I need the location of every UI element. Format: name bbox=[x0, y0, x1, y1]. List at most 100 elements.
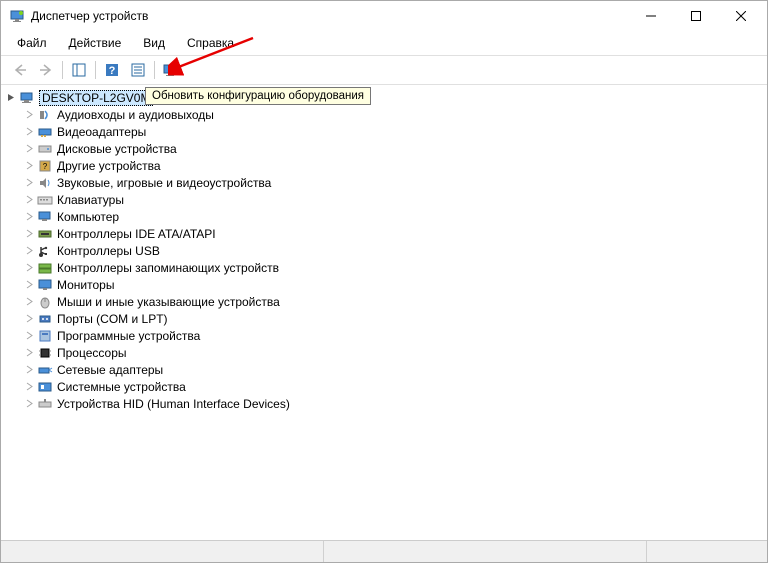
menu-action[interactable]: Действие bbox=[59, 33, 132, 53]
audio-io-icon bbox=[37, 107, 53, 123]
expand-icon[interactable] bbox=[23, 245, 35, 257]
category-label: Компьютер bbox=[57, 210, 119, 224]
monitor-icon bbox=[37, 277, 53, 293]
menu-view[interactable]: Вид bbox=[133, 33, 175, 53]
expand-icon[interactable] bbox=[23, 313, 35, 325]
titlebar: Диспетчер устройств bbox=[1, 1, 767, 31]
tree-category-node[interactable]: Программные устройства bbox=[1, 327, 767, 344]
tree-category-node[interactable]: Дисковые устройства bbox=[1, 140, 767, 157]
scan-hardware-button[interactable] bbox=[159, 59, 183, 81]
help-button[interactable]: ? bbox=[100, 59, 124, 81]
status-segment bbox=[647, 541, 767, 562]
keyboard-icon bbox=[37, 192, 53, 208]
category-label: Программные устройства bbox=[57, 329, 200, 343]
expand-icon[interactable] bbox=[23, 126, 35, 138]
expand-icon[interactable] bbox=[23, 347, 35, 359]
tree-category-node[interactable]: Системные устройства bbox=[1, 378, 767, 395]
statusbar bbox=[1, 540, 767, 562]
tree-category-node[interactable]: Компьютер bbox=[1, 208, 767, 225]
properties-button[interactable] bbox=[126, 59, 150, 81]
category-label: Устройства HID (Human Interface Devices) bbox=[57, 397, 290, 411]
forward-button[interactable] bbox=[34, 59, 58, 81]
svg-text:?: ? bbox=[43, 162, 48, 171]
tree-category-node[interactable]: Процессоры bbox=[1, 344, 767, 361]
category-label: Порты (COM и LPT) bbox=[57, 312, 168, 326]
mouse-icon bbox=[37, 294, 53, 310]
tree-category-node[interactable]: Порты (COM и LPT) bbox=[1, 310, 767, 327]
toolbar-separator bbox=[154, 61, 155, 79]
expand-icon[interactable] bbox=[23, 143, 35, 155]
computer-icon bbox=[19, 90, 35, 106]
category-label: Мониторы bbox=[57, 278, 114, 292]
category-label: Аудиовходы и аудиовыходы bbox=[57, 108, 214, 122]
status-segment bbox=[1, 541, 324, 562]
ide-controller-icon bbox=[37, 226, 53, 242]
window-title: Диспетчер устройств bbox=[31, 9, 628, 23]
tree-category-node[interactable]: Мыши и иные указывающие устройства bbox=[1, 293, 767, 310]
expand-icon[interactable] bbox=[23, 160, 35, 172]
toolbar: ? bbox=[1, 56, 767, 85]
svg-text:?: ? bbox=[109, 65, 116, 77]
other-device-icon: ? bbox=[37, 158, 53, 174]
tree-category-node[interactable]: ? Другие устройства bbox=[1, 157, 767, 174]
tree-category-node[interactable]: Контроллеры запоминающих устройств bbox=[1, 259, 767, 276]
category-label: Сетевые адаптеры bbox=[57, 363, 163, 377]
menubar: Файл Действие Вид Справка bbox=[1, 31, 767, 56]
tree-category-node[interactable]: Контроллеры IDE ATA/ATAPI bbox=[1, 225, 767, 242]
tree-category-node[interactable]: Клавиатуры bbox=[1, 191, 767, 208]
status-segment bbox=[324, 541, 647, 562]
category-label: Системные устройства bbox=[57, 380, 186, 394]
toolbar-separator bbox=[95, 61, 96, 79]
window-controls bbox=[628, 2, 763, 31]
tree-category-node[interactable]: Контроллеры USB bbox=[1, 242, 767, 259]
tree-category-node[interactable]: Звуковые, игровые и видеоустройства bbox=[1, 174, 767, 191]
sound-game-icon bbox=[37, 175, 53, 191]
expand-icon[interactable] bbox=[23, 296, 35, 308]
device-manager-window: Диспетчер устройств Файл Действие Вид Сп… bbox=[0, 0, 768, 563]
show-hide-console-button[interactable] bbox=[67, 59, 91, 81]
expand-collapse-icon[interactable] bbox=[5, 92, 17, 104]
category-label: Клавиатуры bbox=[57, 193, 124, 207]
expand-icon[interactable] bbox=[23, 211, 35, 223]
category-label: Контроллеры USB bbox=[57, 244, 160, 258]
expand-icon[interactable] bbox=[23, 109, 35, 121]
category-label: Другие устройства bbox=[57, 159, 161, 173]
processor-icon bbox=[37, 345, 53, 361]
category-label: Звуковые, игровые и видеоустройства bbox=[57, 176, 271, 190]
expand-icon[interactable] bbox=[23, 398, 35, 410]
root-node-label: DESKTOP-L2GV0M bbox=[39, 90, 153, 106]
maximize-button[interactable] bbox=[673, 2, 718, 31]
category-label: Видеоадаптеры bbox=[57, 125, 146, 139]
category-label: Дисковые устройства bbox=[57, 142, 177, 156]
tree-category-node[interactable]: Сетевые адаптеры bbox=[1, 361, 767, 378]
tree-category-node[interactable]: Видеоадаптеры bbox=[1, 123, 767, 140]
tooltip: Обновить конфигурацию оборудования bbox=[145, 87, 371, 105]
expand-icon[interactable] bbox=[23, 177, 35, 189]
hid-device-icon bbox=[37, 396, 53, 412]
display-adapter-icon bbox=[37, 124, 53, 140]
tree-category-node[interactable]: Аудиовходы и аудиовыходы bbox=[1, 106, 767, 123]
category-label: Мыши и иные указывающие устройства bbox=[57, 295, 280, 309]
tree-root-node[interactable]: DESKTOP-L2GV0M bbox=[1, 89, 767, 106]
system-device-icon bbox=[37, 379, 53, 395]
expand-icon[interactable] bbox=[23, 381, 35, 393]
software-device-icon bbox=[37, 328, 53, 344]
device-tree[interactable]: DESKTOP-L2GV0M Аудиовходы и аудиовыходы … bbox=[1, 85, 767, 540]
expand-icon[interactable] bbox=[23, 262, 35, 274]
tree-category-node[interactable]: Устройства HID (Human Interface Devices) bbox=[1, 395, 767, 412]
expand-icon[interactable] bbox=[23, 228, 35, 240]
expand-icon[interactable] bbox=[23, 364, 35, 376]
app-icon bbox=[9, 8, 25, 24]
computer-icon bbox=[37, 209, 53, 225]
back-button[interactable] bbox=[8, 59, 32, 81]
expand-icon[interactable] bbox=[23, 330, 35, 342]
menu-help[interactable]: Справка bbox=[177, 33, 244, 53]
usb-controller-icon bbox=[37, 243, 53, 259]
expand-icon[interactable] bbox=[23, 194, 35, 206]
minimize-button[interactable] bbox=[628, 2, 673, 31]
expand-icon[interactable] bbox=[23, 279, 35, 291]
port-icon bbox=[37, 311, 53, 327]
close-button[interactable] bbox=[718, 2, 763, 31]
tree-category-node[interactable]: Мониторы bbox=[1, 276, 767, 293]
menu-file[interactable]: Файл bbox=[7, 33, 57, 53]
